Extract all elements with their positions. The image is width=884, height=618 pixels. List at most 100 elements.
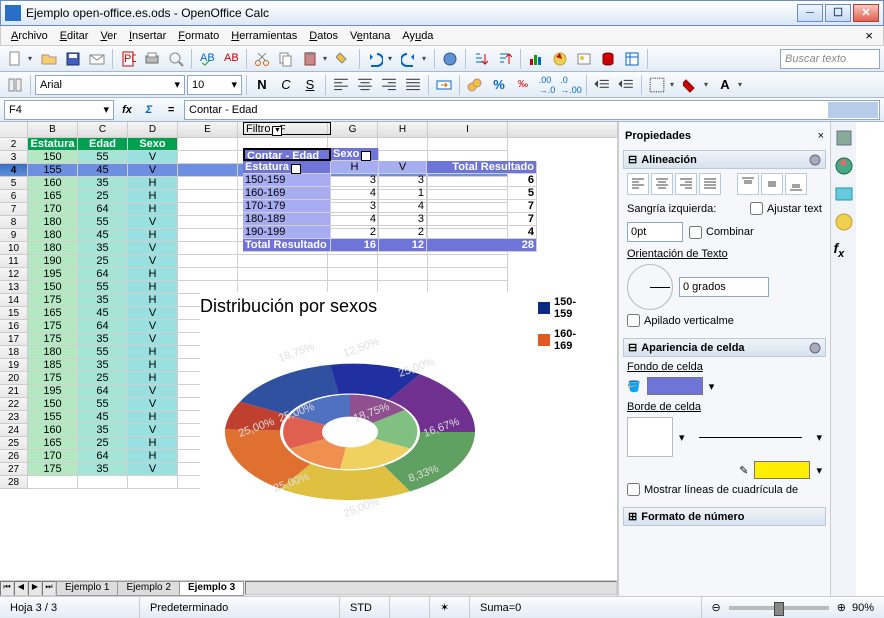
zoom-slider[interactable] — [729, 606, 829, 610]
doc-close-button[interactable]: × — [859, 28, 879, 43]
zoom-in-button[interactable]: ⊕ — [837, 601, 846, 614]
tab-next[interactable]: ▶ — [28, 581, 42, 596]
align-right-button[interactable] — [378, 74, 400, 96]
section-appearance[interactable]: ⊟Apariencia de celda — [623, 338, 826, 357]
halign-justify-button[interactable] — [699, 173, 721, 195]
halign-right-button[interactable] — [675, 173, 697, 195]
border-preview[interactable] — [627, 417, 673, 457]
indent-input[interactable] — [627, 222, 683, 242]
datasource-button[interactable] — [597, 48, 619, 70]
menu-insertar[interactable]: Insertar — [123, 28, 172, 44]
stack-checkbox[interactable] — [627, 314, 640, 327]
print-button[interactable] — [141, 48, 163, 70]
menu-herramientas[interactable]: Herramientas — [225, 28, 303, 44]
properties-icon[interactable] — [834, 128, 854, 148]
align-left-button[interactable] — [330, 74, 352, 96]
valign-bottom-button[interactable] — [785, 173, 807, 195]
copy-button[interactable] — [275, 48, 297, 70]
remove-decimal-button[interactable]: .0→.00 — [560, 74, 582, 96]
panel-close-icon[interactable]: × — [818, 130, 824, 142]
menu-ver[interactable]: Ver — [94, 28, 123, 44]
align-justify-button[interactable] — [402, 74, 424, 96]
new-button[interactable] — [4, 48, 26, 70]
sum-button[interactable]: Σ — [140, 101, 158, 119]
format-paint-button[interactable] — [333, 48, 355, 70]
nav-button[interactable] — [549, 48, 571, 70]
gear-icon[interactable] — [809, 154, 821, 166]
preview-button[interactable] — [165, 48, 187, 70]
autocorrect-button[interactable]: ABC — [220, 48, 242, 70]
sort-desc-button[interactable] — [494, 48, 516, 70]
gallery-icon[interactable] — [834, 184, 854, 204]
section-alignment[interactable]: ⊟Alineación — [623, 150, 826, 169]
cell-reference-input[interactable]: F4▾ — [4, 100, 114, 120]
font-name-input[interactable]: Arial▾ — [35, 75, 185, 95]
tab-ejemplo-3[interactable]: Ejemplo 3 — [179, 581, 244, 596]
add-decimal-button[interactable]: .00→.0 — [536, 74, 558, 96]
section-number-format[interactable]: ⊞Formato de número — [623, 507, 826, 526]
minimize-button[interactable]: ─ — [797, 4, 823, 22]
tab-ejemplo-1[interactable]: Ejemplo 1 — [56, 581, 118, 596]
underline-button[interactable]: S — [299, 74, 321, 96]
nav-icon[interactable] — [834, 156, 854, 176]
formula-input[interactable]: Contar - Edad — [184, 100, 880, 120]
tab-ejemplo-2[interactable]: Ejemplo 2 — [117, 581, 179, 596]
cut-button[interactable] — [251, 48, 273, 70]
menu-archivo[interactable]: Archivo — [5, 28, 54, 44]
hyperlink-button[interactable] — [439, 48, 461, 70]
tab-first[interactable]: ⏮ — [0, 581, 14, 596]
sort-asc-button[interactable] — [470, 48, 492, 70]
tab-prev[interactable]: ◀ — [14, 581, 28, 596]
menu-editar[interactable]: Editar — [54, 28, 95, 44]
fontcolor-button[interactable]: A — [714, 74, 736, 96]
align-center-button[interactable] — [354, 74, 376, 96]
equals-button[interactable]: = — [162, 101, 180, 119]
halign-center-button[interactable] — [651, 173, 673, 195]
paste-button[interactable] — [299, 48, 321, 70]
spreadsheet-grid[interactable]: BCDEFGHI23456789101112131415161718192021… — [0, 122, 617, 580]
search-input[interactable]: Buscar texto — [780, 49, 880, 69]
percent-button[interactable]: % — [488, 74, 510, 96]
currency-button[interactable] — [464, 74, 486, 96]
chart[interactable]: Distribución por sexos 150-159160-169 18… — [200, 292, 580, 562]
headers-button[interactable] — [621, 48, 643, 70]
dropdown-icon[interactable]: ▾ — [709, 380, 715, 393]
valign-top-button[interactable] — [737, 173, 759, 195]
wrap-checkbox[interactable] — [750, 202, 763, 215]
redo-button[interactable] — [398, 48, 420, 70]
spellcheck-button[interactable]: ABC — [196, 48, 218, 70]
nav2-icon[interactable] — [834, 212, 854, 232]
font-size-input[interactable]: 10▾ — [187, 75, 242, 95]
bg-color-swatch[interactable] — [647, 377, 703, 395]
borders-button[interactable] — [646, 74, 668, 96]
open-button[interactable] — [38, 48, 60, 70]
merge-checkbox[interactable] — [689, 226, 702, 239]
merge-button[interactable] — [433, 74, 455, 96]
menu-ayuda[interactable]: Ayuda — [396, 28, 439, 44]
status-mode[interactable]: STD — [340, 597, 390, 618]
fx-button[interactable]: fx — [118, 101, 136, 119]
save-button[interactable] — [62, 48, 84, 70]
dropdown-icon[interactable]: ▾ — [679, 431, 685, 444]
close-button[interactable]: ✕ — [853, 4, 879, 22]
zoom-out-button[interactable]: ⊖ — [712, 601, 721, 614]
undo-button[interactable] — [364, 48, 386, 70]
chart-button[interactable] — [525, 48, 547, 70]
gallery-button[interactable] — [573, 48, 595, 70]
zoom-value[interactable]: 90% — [852, 602, 874, 614]
menu-ventana[interactable]: Ventana — [344, 28, 396, 44]
maximize-button[interactable]: ☐ — [825, 4, 851, 22]
menu-datos[interactable]: Datos — [303, 28, 344, 44]
italic-button[interactable]: C — [275, 74, 297, 96]
bold-button[interactable]: N — [251, 74, 273, 96]
dropdown-icon[interactable]: ▾ — [816, 464, 822, 477]
email-button[interactable] — [86, 48, 108, 70]
standard-button[interactable]: ‰ — [512, 74, 534, 96]
grid-checkbox[interactable] — [627, 483, 640, 496]
dropdown-icon[interactable]: ▾ — [816, 431, 822, 444]
orientation-input[interactable] — [679, 277, 769, 297]
indent-inc-button[interactable] — [615, 74, 637, 96]
functions-icon[interactable]: fx — [834, 240, 854, 260]
valign-middle-button[interactable] — [761, 173, 783, 195]
menu-formato[interactable]: Formato — [172, 28, 225, 44]
